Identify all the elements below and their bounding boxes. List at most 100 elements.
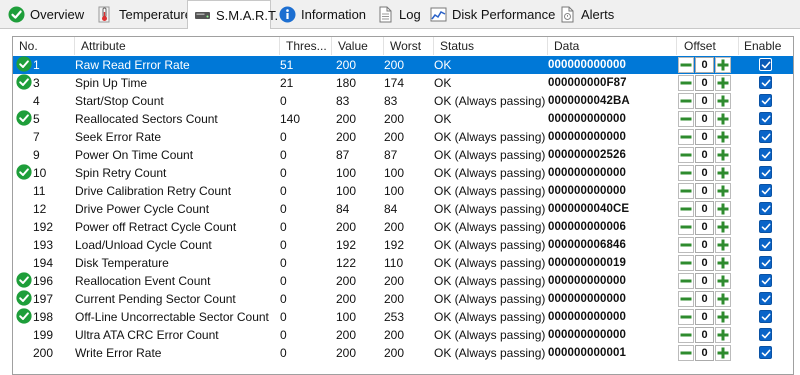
minus-icon[interactable]: [678, 255, 694, 271]
col-data-header[interactable]: Data: [548, 37, 677, 55]
tab-information[interactable]: Information: [273, 1, 369, 28]
tab-temperature[interactable]: Temperature: [91, 1, 192, 28]
offset-value[interactable]: 0: [695, 147, 714, 163]
minus-icon[interactable]: [678, 237, 694, 253]
plus-icon[interactable]: [715, 273, 731, 289]
table-row[interactable]: 1 Raw Read Error Rate 51 200 200 OK 0000000000…: [13, 56, 793, 74]
offset-value[interactable]: 0: [695, 93, 714, 109]
plus-icon[interactable]: [715, 345, 731, 361]
plus-icon[interactable]: [715, 309, 731, 325]
enable-checkbox[interactable]: [759, 166, 772, 179]
table-row[interactable]: 3 Spin Up Time 21 180 174 OK 000000000F87 0: [13, 74, 793, 92]
offset-value[interactable]: 0: [695, 129, 714, 145]
col-enable-header[interactable]: Enable: [739, 37, 793, 55]
offset-value[interactable]: 0: [695, 327, 714, 343]
col-worst-header[interactable]: Worst: [384, 37, 434, 55]
offset-value[interactable]: 0: [695, 345, 714, 361]
table-row[interactable]: 197 Current Pending Sector Count 0 200 200 OK…: [13, 290, 793, 308]
enable-checkbox[interactable]: [759, 310, 772, 323]
plus-icon[interactable]: [715, 75, 731, 91]
plus-icon[interactable]: [715, 57, 731, 73]
col-value-header[interactable]: Value: [332, 37, 384, 55]
plus-icon[interactable]: [715, 111, 731, 127]
minus-icon[interactable]: [678, 201, 694, 217]
offset-value[interactable]: 0: [695, 183, 714, 199]
minus-icon[interactable]: [678, 273, 694, 289]
minus-icon[interactable]: [678, 345, 694, 361]
table-row[interactable]: 192 Power off Retract Cycle Count 0 200 200 O…: [13, 218, 793, 236]
enable-checkbox[interactable]: [759, 94, 772, 107]
minus-icon[interactable]: [678, 309, 694, 325]
table-row[interactable]: 198 Off-Line Uncorrectable Sector Count 0 1…: [13, 308, 793, 326]
col-threshold-header[interactable]: Thres...: [280, 37, 332, 55]
minus-icon[interactable]: [678, 147, 694, 163]
minus-icon[interactable]: [678, 327, 694, 343]
plus-icon[interactable]: [715, 255, 731, 271]
minus-icon[interactable]: [678, 57, 694, 73]
enable-checkbox[interactable]: [759, 184, 772, 197]
enable-checkbox[interactable]: [759, 58, 772, 71]
table-row[interactable]: 9 Power On Time Count 0 87 87 OK (Always pass…: [13, 146, 793, 164]
minus-icon[interactable]: [678, 129, 694, 145]
table-row[interactable]: 10 Spin Retry Count 0 100 100 OK (Always pass…: [13, 164, 793, 182]
enable-checkbox[interactable]: [759, 202, 772, 215]
col-attribute-header[interactable]: Attribute: [75, 37, 280, 55]
tab-log[interactable]: Log: [371, 1, 423, 28]
offset-value[interactable]: 0: [695, 201, 714, 217]
plus-icon[interactable]: [715, 237, 731, 253]
plus-icon[interactable]: [715, 183, 731, 199]
plus-icon[interactable]: [715, 291, 731, 307]
offset-value[interactable]: 0: [695, 57, 714, 73]
table-row[interactable]: 196 Reallocation Event Count 0 200 200 OK (Al…: [13, 272, 793, 290]
table-row[interactable]: 199 Ultra ATA CRC Error Count 0 200 200 OK (A…: [13, 326, 793, 344]
offset-value[interactable]: 0: [695, 165, 714, 181]
enable-checkbox[interactable]: [759, 256, 772, 269]
minus-icon[interactable]: [678, 183, 694, 199]
plus-icon[interactable]: [715, 93, 731, 109]
table-row[interactable]: 193 Load/Unload Cycle Count 0 192 192 OK (Alw…: [13, 236, 793, 254]
table-row[interactable]: 7 Seek Error Rate 0 200 200 OK (Always passin…: [13, 128, 793, 146]
col-no-header[interactable]: No.: [13, 37, 75, 55]
minus-icon[interactable]: [678, 219, 694, 235]
offset-value[interactable]: 0: [695, 291, 714, 307]
offset-value[interactable]: 0: [695, 309, 714, 325]
minus-icon[interactable]: [678, 165, 694, 181]
offset-value[interactable]: 0: [695, 75, 714, 91]
col-offset-header[interactable]: Offset: [677, 37, 739, 55]
offset-value[interactable]: 0: [695, 237, 714, 253]
minus-icon[interactable]: [678, 75, 694, 91]
plus-icon[interactable]: [715, 165, 731, 181]
minus-icon[interactable]: [678, 291, 694, 307]
enable-checkbox[interactable]: [759, 112, 772, 125]
enable-checkbox[interactable]: [759, 346, 772, 359]
tab-disk-performance[interactable]: Disk Performance: [424, 1, 555, 28]
enable-checkbox[interactable]: [759, 292, 772, 305]
enable-checkbox[interactable]: [759, 130, 772, 143]
plus-icon[interactable]: [715, 219, 731, 235]
plus-icon[interactable]: [715, 147, 731, 163]
table-row[interactable]: 194 Disk Temperature 0 122 110 OK (Always pas…: [13, 254, 793, 272]
table-row[interactable]: 12 Drive Power Cycle Count 0 84 84 OK (Always…: [13, 200, 793, 218]
enable-checkbox[interactable]: [759, 328, 772, 341]
enable-checkbox[interactable]: [759, 274, 772, 287]
table-row[interactable]: 200 Write Error Rate 0 200 200 OK (Always pas…: [13, 344, 793, 362]
offset-value[interactable]: 0: [695, 111, 714, 127]
plus-icon[interactable]: [715, 129, 731, 145]
enable-checkbox[interactable]: [759, 148, 772, 161]
offset-value[interactable]: 0: [695, 255, 714, 271]
enable-checkbox[interactable]: [759, 76, 772, 89]
minus-icon[interactable]: [678, 93, 694, 109]
plus-icon[interactable]: [715, 327, 731, 343]
enable-checkbox[interactable]: [759, 220, 772, 233]
tab-overview[interactable]: Overview: [2, 1, 86, 28]
table-row[interactable]: 4 Start/Stop Count 0 83 83 OK (Always passing…: [13, 92, 793, 110]
offset-value[interactable]: 0: [695, 273, 714, 289]
tab-smart[interactable]: S.M.A.R.T.: [187, 0, 278, 29]
plus-icon[interactable]: [715, 201, 731, 217]
table-row[interactable]: 5 Reallocated Sectors Count 140 200 200 OK 000…: [13, 110, 793, 128]
col-status-header[interactable]: Status: [434, 37, 548, 55]
enable-checkbox[interactable]: [759, 238, 772, 251]
offset-value[interactable]: 0: [695, 219, 714, 235]
minus-icon[interactable]: [678, 111, 694, 127]
tab-alerts[interactable]: Alerts: [553, 1, 623, 28]
